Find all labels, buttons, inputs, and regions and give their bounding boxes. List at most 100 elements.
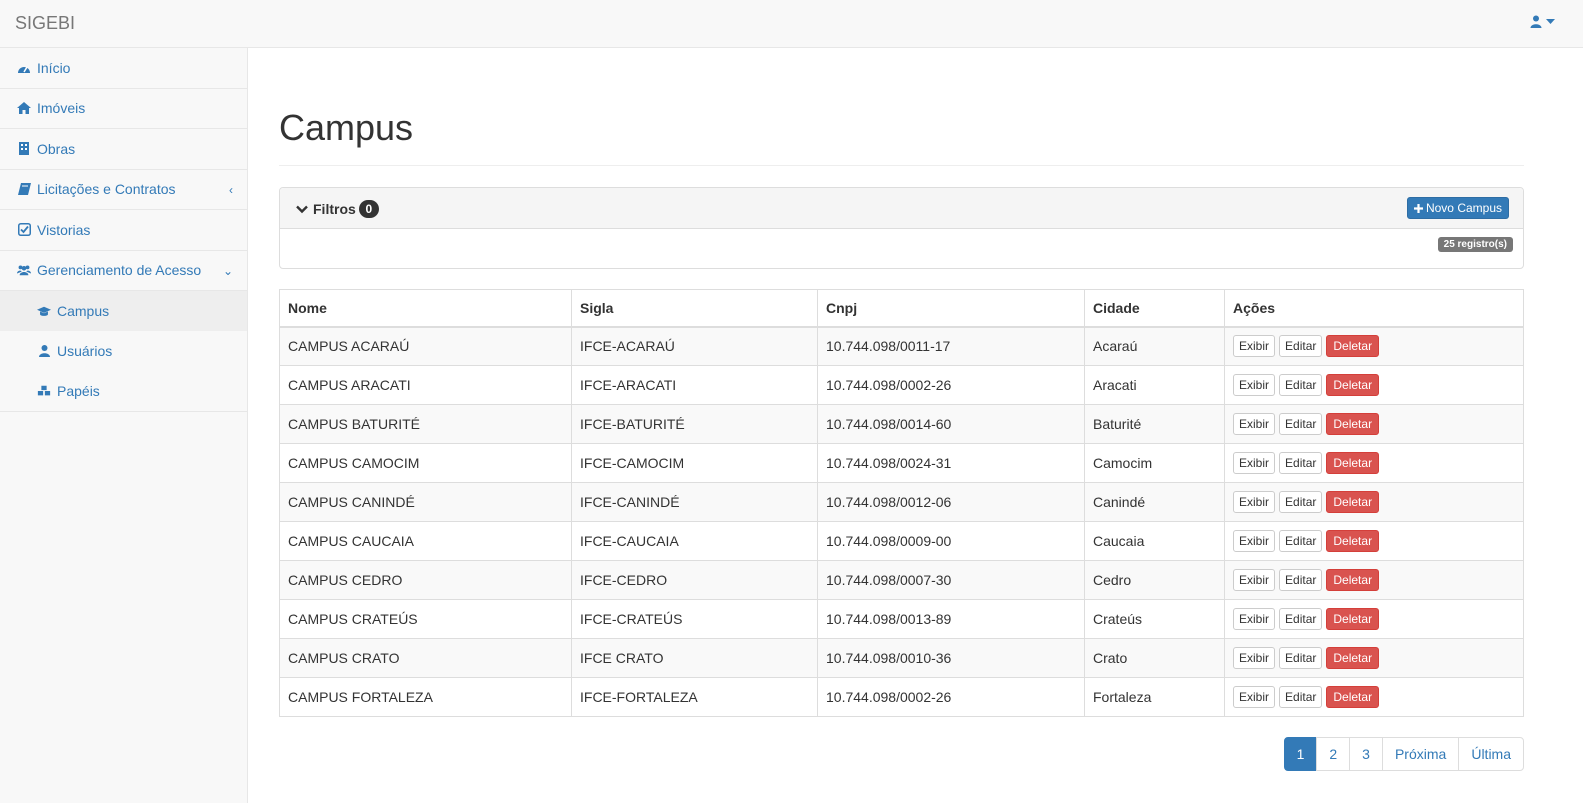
edit-button[interactable]: Editar — [1279, 530, 1323, 552]
delete-button[interactable]: Deletar — [1326, 452, 1380, 474]
table-row: CAMPUS CANINDÉ IFCE-CANINDÉ 10.744.098/001… — [279, 482, 1524, 522]
delete-button[interactable]: Deletar — [1326, 335, 1380, 358]
cell-cnpj: 10.744.098/0002-26 — [817, 365, 1085, 405]
view-button[interactable]: Exibir — [1233, 413, 1276, 435]
cell-sigla: IFCE-CAUCAIA — [571, 521, 818, 561]
delete-button[interactable]: Deletar — [1326, 530, 1380, 552]
sidebar-item-label: Imóveis — [37, 100, 86, 117]
delete-button[interactable]: Deletar — [1326, 647, 1380, 669]
cell-sigla: IFCE CRATO — [571, 638, 818, 678]
sidebar-item-licitacoes[interactable]: Licitações e Contratos ‹ — [0, 170, 247, 210]
delete-button[interactable]: Deletar — [1326, 608, 1380, 630]
cell-sigla: IFCE-CRATEÚS — [571, 599, 818, 639]
filters-label: Filtros — [313, 201, 356, 217]
column-header-sigla[interactable]: Sigla — [571, 289, 818, 328]
table-header-row: Nome Sigla Cnpj Cidade Ações — [279, 289, 1524, 328]
column-header-nome[interactable]: Nome — [279, 289, 572, 328]
sidebar-subitem-usuarios[interactable]: Usuários — [0, 331, 247, 371]
table-row: CAMPUS ARACATI IFCE-ARACATI 10.744.098/000… — [279, 365, 1524, 405]
view-button[interactable]: Exibir — [1233, 335, 1276, 358]
cell-acoes: Exibir Editar Deletar — [1224, 560, 1524, 600]
cell-cnpj: 10.744.098/0011-17 — [817, 326, 1085, 366]
column-header-cidade[interactable]: Cidade — [1084, 289, 1225, 328]
view-button[interactable]: Exibir — [1233, 647, 1276, 669]
view-button[interactable]: Exibir — [1233, 452, 1276, 474]
edit-button[interactable]: Editar — [1279, 608, 1323, 630]
table-row: CAMPUS CEDRO IFCE-CEDRO 10.744.098/0007-30… — [279, 560, 1524, 600]
user-menu[interactable] — [1530, 15, 1555, 28]
sidebar-subitem-campus[interactable]: Campus — [0, 291, 247, 331]
delete-button[interactable]: Deletar — [1326, 491, 1380, 513]
column-header-cnpj[interactable]: Cnpj — [817, 289, 1085, 328]
sidebar-item-obras[interactable]: Obras — [0, 129, 247, 170]
cell-cidade: Canindé — [1084, 482, 1225, 522]
home-icon — [17, 101, 31, 115]
filters-toggle[interactable]: Filtros 0 — [296, 200, 379, 218]
sidebar-item-vistorias[interactable]: Vistorias — [0, 210, 247, 251]
plus-icon — [1413, 203, 1423, 213]
cell-cidade: Acaraú — [1084, 326, 1225, 366]
view-button[interactable]: Exibir — [1233, 491, 1276, 513]
filters-panel: Filtros 0 Novo Campus 25 registro(s) — [279, 187, 1524, 269]
edit-button[interactable]: Editar — [1279, 335, 1323, 358]
chevron-down-icon: ⌄ — [222, 263, 233, 278]
sidebar-item-inicio[interactable]: Início — [0, 48, 247, 89]
cell-nome: CAMPUS FORTALEZA — [279, 677, 572, 717]
edit-button[interactable]: Editar — [1279, 491, 1323, 513]
sidebar-item-gerenciamento[interactable]: Gerenciamento de Acesso ⌄ — [0, 251, 247, 291]
delete-button[interactable]: Deletar — [1326, 374, 1380, 396]
cell-acoes: Exibir Editar Deletar — [1224, 443, 1524, 483]
view-button[interactable]: Exibir — [1233, 374, 1276, 396]
view-button[interactable]: Exibir — [1233, 569, 1276, 591]
edit-button[interactable]: Editar — [1279, 374, 1323, 396]
chevron-down-icon — [296, 205, 308, 214]
view-button[interactable]: Exibir — [1233, 608, 1276, 630]
cell-cnpj: 10.744.098/0024-31 — [817, 443, 1085, 483]
view-button[interactable]: Exibir — [1233, 530, 1276, 552]
cell-cnpj: 10.744.098/0007-30 — [817, 560, 1085, 600]
sidebar-subitem-papeis[interactable]: Papéis — [0, 371, 247, 411]
cell-cidade: Aracati — [1084, 365, 1225, 405]
view-button[interactable]: Exibir — [1233, 686, 1276, 708]
sidebar-item-label: Gerenciamento de Acesso — [37, 262, 202, 279]
cell-cidade: Caucaia — [1084, 521, 1225, 561]
title-divider — [279, 165, 1524, 166]
page-1-link[interactable]: 1 — [1283, 737, 1318, 771]
sidebar-item-label: Início — [37, 59, 71, 76]
brand-title[interactable]: SIGEBI — [15, 13, 75, 34]
edit-button[interactable]: Editar — [1279, 452, 1323, 474]
cell-acoes: Exibir Editar Deletar — [1224, 482, 1524, 522]
page-2-link[interactable]: 2 — [1316, 737, 1351, 771]
delete-button[interactable]: Deletar — [1326, 686, 1380, 708]
new-campus-button[interactable]: Novo Campus — [1406, 197, 1509, 219]
delete-button[interactable]: Deletar — [1326, 413, 1380, 435]
top-navbar: SIGEBI — [0, 0, 1583, 48]
cell-sigla: IFCE-BATURITÉ — [571, 404, 818, 444]
cell-nome: CAMPUS CRATO — [279, 638, 572, 678]
sidebar-item-label: Campus — [57, 303, 110, 319]
page-3-link[interactable]: 3 — [1349, 737, 1383, 771]
cell-nome: CAMPUS CANINDÉ — [279, 482, 572, 522]
cell-nome: CAMPUS CEDRO — [279, 560, 572, 600]
graduation-cap-icon — [37, 304, 51, 318]
delete-button[interactable]: Deletar — [1326, 569, 1380, 591]
caret-down-icon — [1546, 18, 1555, 24]
cell-cnpj: 10.744.098/0012-06 — [817, 482, 1085, 522]
table-row: CAMPUS CAMOCIM IFCE-CAMOCIM 10.744.098/002… — [279, 443, 1524, 483]
edit-button[interactable]: Editar — [1279, 647, 1323, 669]
cell-acoes: Exibir Editar Deletar — [1224, 599, 1524, 639]
last-page-link[interactable]: Última — [1458, 737, 1524, 771]
table-row: CAMPUS BATURITÉ IFCE-BATURITÉ 10.744.098/0… — [279, 404, 1524, 444]
edit-button[interactable]: Editar — [1279, 569, 1323, 591]
cell-cidade: Camocim — [1084, 443, 1225, 483]
sidebar-item-imoveis[interactable]: Imóveis — [0, 89, 247, 129]
building-icon — [17, 142, 31, 156]
cell-sigla: IFCE-ARACATI — [571, 365, 818, 405]
next-page-link[interactable]: Próxima — [1381, 737, 1460, 771]
dashboard-icon — [17, 61, 31, 75]
cell-nome: CAMPUS ACARAÚ — [279, 326, 572, 366]
edit-button[interactable]: Editar — [1279, 686, 1323, 708]
edit-button[interactable]: Editar — [1279, 413, 1323, 435]
sidebar-item-label: Vistorias — [37, 221, 91, 238]
cell-nome: CAMPUS CAMOCIM — [279, 443, 572, 483]
